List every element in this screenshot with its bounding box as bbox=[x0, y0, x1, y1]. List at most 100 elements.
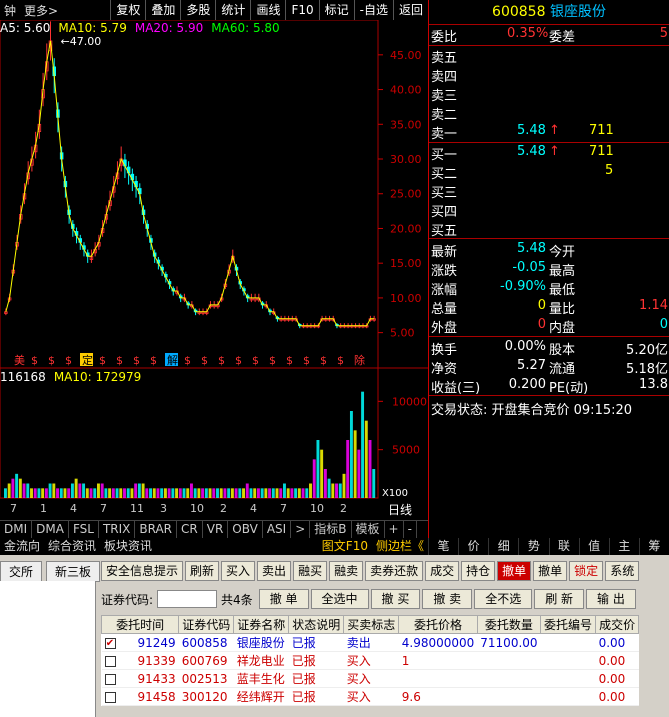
event-marker[interactable]: $ bbox=[320, 354, 327, 367]
event-marker[interactable]: $ bbox=[150, 354, 157, 367]
event-marker[interactable]: $ bbox=[31, 354, 38, 367]
cancel-action-1[interactable]: 全选中 bbox=[310, 589, 369, 609]
event-marker[interactable]: $ bbox=[286, 354, 293, 367]
event-marker[interactable]: 美 bbox=[14, 354, 25, 367]
event-marker[interactable]: 解 bbox=[167, 353, 178, 367]
quote-tab-0[interactable]: 笔 bbox=[428, 538, 458, 555]
indicator-tab-7[interactable]: OBV bbox=[228, 521, 263, 538]
table-row[interactable]: 91339 600769 祥龙电业 已报 买入 1 0.00 bbox=[101, 651, 639, 670]
column-header[interactable]: 状态说明 bbox=[288, 615, 345, 634]
table-row[interactable]: 91433 002513 蓝丰生化 已报 买入 0.00 bbox=[101, 669, 639, 688]
toolbar-button-0[interactable]: 复权 bbox=[110, 0, 145, 20]
row-checkbox[interactable] bbox=[104, 655, 116, 667]
cancel-action-6[interactable]: 输 出 bbox=[586, 589, 636, 609]
trade-button-3[interactable]: 卖出 bbox=[257, 561, 292, 581]
trade-button-8[interactable]: 持仓 bbox=[461, 561, 496, 581]
toolbar-button-6[interactable]: 标记 bbox=[318, 0, 354, 20]
row-checkbox[interactable] bbox=[104, 691, 116, 703]
indicator-tab-3[interactable]: TRIX bbox=[99, 521, 136, 538]
event-marker[interactable]: $ bbox=[116, 354, 123, 367]
trade-button-9[interactable]: 撤单 bbox=[497, 561, 532, 581]
trade-button-4[interactable]: 融买 bbox=[293, 561, 328, 581]
column-header[interactable]: 委托数量 bbox=[476, 615, 542, 634]
event-marker[interactable]: $ bbox=[48, 354, 55, 367]
indicator-tab-1[interactable]: DMA bbox=[32, 521, 69, 538]
row-checkbox[interactable]: ✔ bbox=[104, 637, 116, 649]
indicator-tab-13[interactable]: - bbox=[404, 521, 417, 538]
toolbar-button-2[interactable]: 多股 bbox=[180, 0, 215, 20]
trade-button-2[interactable]: 买入 bbox=[221, 561, 256, 581]
column-header[interactable]: 证券代码 bbox=[178, 615, 235, 634]
toolbar-button-1[interactable]: 叠加 bbox=[145, 0, 180, 20]
indicator-tab-2[interactable]: FSL bbox=[69, 521, 99, 538]
indicator-tab-5[interactable]: CR bbox=[177, 521, 203, 538]
quote-tab-3[interactable]: 势 bbox=[518, 538, 548, 555]
column-header[interactable]: 委托价格 bbox=[398, 615, 478, 634]
event-marker[interactable]: $ bbox=[65, 354, 72, 367]
event-marker[interactable]: 除 bbox=[354, 353, 365, 367]
trade-button-7[interactable]: 成交 bbox=[425, 561, 460, 581]
quote-tab-7[interactable]: 筹 bbox=[638, 538, 669, 555]
account-tree[interactable] bbox=[0, 581, 96, 717]
quote-tab-4[interactable]: 联 bbox=[548, 538, 579, 555]
indicator-tab-4[interactable]: BRAR bbox=[135, 521, 178, 538]
event-marker[interactable]: $ bbox=[303, 354, 310, 367]
event-marker[interactable]: 定 bbox=[82, 353, 93, 367]
quote-tab-1[interactable]: 价 bbox=[458, 538, 488, 555]
kline-chart[interactable]: 45.00 40.00 35.00 30.00 25.00 20.00 15.00 10.00… bbox=[0, 20, 428, 520]
indicator-tab-11[interactable]: 模板 bbox=[352, 521, 385, 538]
trade-button-11[interactable]: 锁定 bbox=[569, 561, 604, 581]
indicator-tab-6[interactable]: VR bbox=[203, 521, 229, 538]
info-tab-0[interactable]: 金流向 bbox=[0, 538, 44, 555]
row-checkbox[interactable] bbox=[104, 673, 116, 685]
event-marker[interactable]: $ bbox=[99, 354, 106, 367]
trade-button-6[interactable]: 卖券还款 bbox=[365, 561, 424, 581]
column-header[interactable]: 成交价 bbox=[595, 615, 640, 634]
toolbar-button-8[interactable]: 返回 bbox=[392, 0, 428, 20]
indicator-tab-12[interactable]: + bbox=[385, 521, 404, 538]
indicator-tab-9[interactable]: > bbox=[291, 521, 311, 538]
indicator-tab-8[interactable]: ASI bbox=[263, 521, 292, 538]
event-marker[interactable]: $ bbox=[201, 354, 208, 367]
column-header[interactable]: 证券名称 bbox=[233, 615, 290, 634]
cancel-action-3[interactable]: 撤 卖 bbox=[422, 589, 473, 609]
column-header[interactable]: 委托时间 bbox=[100, 615, 180, 634]
toolbar-button-4[interactable]: 画线 bbox=[250, 0, 285, 20]
event-marker[interactable]: $ bbox=[269, 354, 276, 367]
info-tab-1[interactable]: 综合资讯 bbox=[44, 538, 100, 555]
event-marker[interactable]: $ bbox=[133, 354, 140, 367]
toolbar-button-7[interactable]: -自选 bbox=[353, 0, 393, 20]
code-input[interactable] bbox=[157, 590, 218, 608]
indicator-tab-10[interactable]: 指标B bbox=[310, 521, 352, 538]
toolbar-button-5[interactable]: F10 bbox=[285, 0, 318, 20]
cancel-action-5[interactable]: 刷 新 bbox=[534, 589, 585, 609]
cancel-action-0[interactable]: 撤 单 bbox=[258, 589, 309, 609]
event-marker[interactable]: $ bbox=[337, 354, 344, 367]
info-tab-3[interactable]: 图文F10 bbox=[318, 538, 372, 555]
table-row[interactable]: 91458 300120 经纬辉开 已报 买入 9.6 0.00 bbox=[101, 687, 639, 706]
indicator-tab-0[interactable]: DMI bbox=[0, 521, 33, 538]
column-header[interactable]: 买卖标志 bbox=[343, 615, 400, 634]
trade-button-10[interactable]: 撤单 bbox=[533, 561, 568, 581]
event-marker[interactable]: $ bbox=[252, 354, 259, 367]
toolbar-button-3[interactable]: 统计 bbox=[215, 0, 250, 20]
market-tab-1[interactable]: 新三板 bbox=[46, 561, 101, 582]
period-daily-label[interactable]: 日线 bbox=[388, 503, 412, 517]
trade-button-12[interactable]: 系统 bbox=[605, 561, 640, 581]
market-tab-0[interactable]: 交所 bbox=[0, 561, 43, 582]
quote-tab-5[interactable]: 值 bbox=[578, 538, 609, 555]
column-header[interactable]: 委托编号 bbox=[540, 615, 597, 634]
cancel-action-2[interactable]: 撤 买 bbox=[370, 589, 421, 609]
trade-button-1[interactable]: 刷新 bbox=[185, 561, 220, 581]
more-menu[interactable]: 更多> bbox=[20, 2, 62, 19]
quote-tab-6[interactable]: 主 bbox=[608, 538, 639, 555]
event-marker[interactable]: $ bbox=[184, 354, 191, 367]
table-row[interactable]: ✔ 91249 600858 银座股份 已报 卖出 4.98000000 71100.00 0.… bbox=[101, 633, 639, 652]
cancel-action-4[interactable]: 全不选 bbox=[474, 589, 533, 609]
period-label[interactable]: 钟 bbox=[0, 2, 20, 19]
trade-button-5[interactable]: 融卖 bbox=[329, 561, 364, 581]
info-tab-4[interactable]: 侧边栏《 bbox=[372, 538, 428, 555]
trade-button-0[interactable]: 安全信息提示 bbox=[101, 561, 184, 581]
event-marker[interactable]: $ bbox=[218, 354, 225, 367]
event-marker[interactable]: $ bbox=[235, 354, 242, 367]
